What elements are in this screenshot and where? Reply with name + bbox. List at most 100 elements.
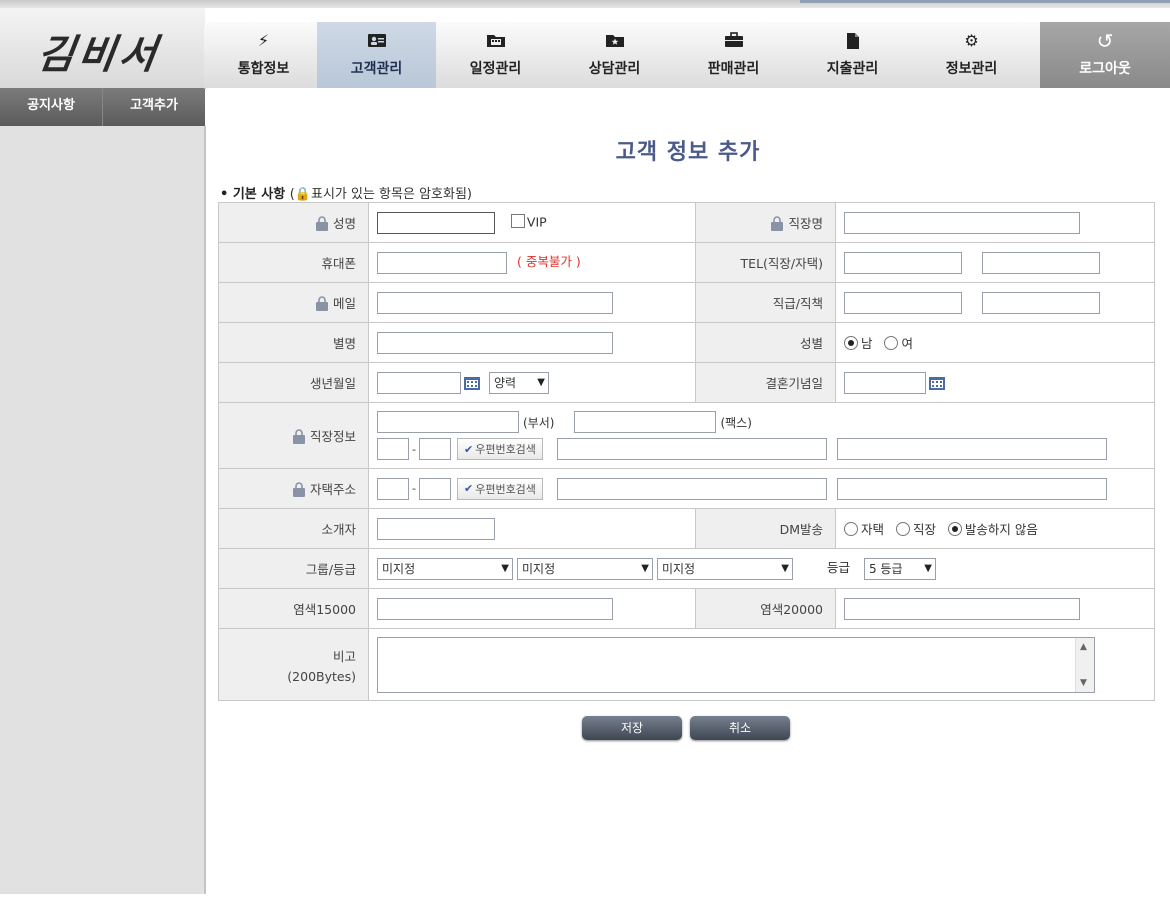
company-label-cell: 직장명 xyxy=(695,202,836,243)
anniversary-input[interactable] xyxy=(844,371,926,394)
briefcase-icon xyxy=(723,32,745,50)
custom1-label: 염색15000 xyxy=(218,588,369,629)
tel-home-input[interactable] xyxy=(981,251,1100,274)
nickname-label: 별명 xyxy=(218,322,369,363)
calendar-icon[interactable] xyxy=(463,375,481,391)
group-select-1[interactable]: 미지정 ▼ xyxy=(377,557,513,580)
work-zip2-input[interactable] xyxy=(418,438,451,460)
lock-icon xyxy=(315,216,328,231)
calendar-type-select[interactable]: 양력 ▼ xyxy=(488,371,549,394)
dm-none-radio[interactable] xyxy=(947,522,962,536)
fax-input[interactable] xyxy=(574,411,717,433)
app-logo[interactable]: 김비서 xyxy=(0,8,205,88)
duplicate-note: ( 중복불가 ) xyxy=(517,254,581,270)
work-info-label-cell: 직장정보 xyxy=(218,402,369,469)
note-textarea[interactable]: ▲ ▼ xyxy=(377,636,1095,693)
top-strip xyxy=(0,0,1170,8)
group-cell: 미지정 ▼ 미지정 ▼ 미지정 ▼ 등급 5 등급 ▼ xyxy=(368,548,1155,589)
work-zip-search-button[interactable]: ✔ 우편번호검색 xyxy=(456,438,543,460)
note-cell: ▲ ▼ xyxy=(368,628,1155,701)
name-input[interactable] xyxy=(377,211,495,234)
custom2-label: 염색20000 xyxy=(695,588,836,629)
logout-arrow-icon: ↺ xyxy=(1096,29,1114,53)
note-label-cell: 비고 (200Bytes) xyxy=(218,628,369,701)
name-label-cell: 성명 xyxy=(218,202,369,243)
dm-cell: 자택 직장 발송하지 않음 xyxy=(835,508,1155,549)
subnav-add-customer[interactable]: 고객추가 xyxy=(103,88,205,126)
custom2-input[interactable] xyxy=(844,597,1080,620)
grade-label: 등급 xyxy=(826,560,850,576)
home-address-cell: - ✔ 우편번호검색 xyxy=(368,468,1155,509)
dm-home-radio[interactable] xyxy=(844,522,858,536)
cancel-button[interactable]: 취소 xyxy=(690,716,790,740)
form-row: 직장정보 (부서) (팩스) - ✔ 우편번호검색 xyxy=(218,402,1155,469)
sidebar xyxy=(0,126,206,894)
form-row: 메일 직급/직책 xyxy=(218,282,1155,323)
home-zip-search-button[interactable]: ✔ 우편번호검색 xyxy=(456,477,543,500)
home-address1-input[interactable] xyxy=(556,477,827,500)
vip-checkbox[interactable] xyxy=(510,214,525,228)
group-select-3[interactable]: 미지정 ▼ xyxy=(656,557,793,580)
birthday-input[interactable] xyxy=(377,371,461,394)
dm-work-radio[interactable] xyxy=(895,522,910,536)
gender-female-radio[interactable] xyxy=(884,336,899,350)
main-content: 고객 정보 추가 • 기본 사항 (🔒표시가 있는 항목은 암호화됨) 성명 V… xyxy=(206,88,1170,894)
referrer-input[interactable] xyxy=(377,517,495,540)
calendar-icon[interactable] xyxy=(928,375,946,391)
chevron-down-icon: ▼ xyxy=(924,563,932,575)
customer-form: 성명 VIP 직장명 휴대폰 ( 중복불가 ) TEL(직장/자택) 메일 직급… xyxy=(218,202,1155,701)
lock-icon xyxy=(315,296,328,311)
tel-work-input[interactable] xyxy=(844,251,962,274)
anniversary-label: 결혼기념일 xyxy=(695,362,836,403)
company-input[interactable] xyxy=(844,211,1080,234)
scroll-up-icon[interactable]: ▲ xyxy=(1080,642,1087,652)
tab-integrated-info[interactable]: ⚡ 통합정보 xyxy=(204,22,323,88)
title-input[interactable] xyxy=(981,291,1100,314)
scroll-down-icon[interactable]: ▼ xyxy=(1080,678,1087,688)
home-address2-input[interactable] xyxy=(836,477,1107,500)
rank-input[interactable] xyxy=(844,291,962,314)
nickname-cell xyxy=(368,322,696,363)
work-info-cell: (부서) (팩스) - ✔ 우편번호검색 xyxy=(368,402,1155,469)
email-input[interactable] xyxy=(377,291,613,314)
tab-consultation-management[interactable]: 상담관리 xyxy=(555,22,674,88)
tab-info-management[interactable]: ⚙ 정보관리 xyxy=(912,22,1031,88)
home-zip2-input[interactable] xyxy=(418,477,451,500)
form-row: 별명 성별 남 여 xyxy=(218,322,1155,363)
tab-expense-management[interactable]: 지출관리 xyxy=(793,22,912,88)
grade-select[interactable]: 5 등급 ▼ xyxy=(863,557,936,580)
lock-icon xyxy=(292,429,305,444)
logout-button[interactable]: ↺ 로그아웃 xyxy=(1040,22,1170,88)
group-select-2[interactable]: 미지정 ▼ xyxy=(516,557,653,580)
tab-customer-management[interactable]: 고객관리 xyxy=(317,22,436,88)
nickname-input[interactable] xyxy=(377,331,613,354)
dm-label: DM발송 xyxy=(695,508,836,549)
tab-schedule-management[interactable]: 일정관리 xyxy=(436,22,555,88)
gender-male-radio[interactable] xyxy=(844,336,858,350)
document-icon xyxy=(842,32,864,50)
work-address2-input[interactable] xyxy=(836,438,1107,460)
logo-text: 김비서 xyxy=(34,31,164,78)
birthday-cell: 양력 ▼ xyxy=(368,362,696,403)
note-limit: (200Bytes) xyxy=(287,668,356,684)
lightning-icon: ⚡ xyxy=(257,31,270,50)
name-cell: VIP xyxy=(368,202,696,243)
scrollbar[interactable]: ▲ ▼ xyxy=(1075,637,1094,692)
work-zip1-input[interactable] xyxy=(377,438,409,460)
company-cell xyxy=(835,202,1155,243)
gear-icon: ⚙ xyxy=(964,31,979,50)
tab-sales-management[interactable]: 판매관리 xyxy=(674,22,793,88)
position-cell xyxy=(835,282,1155,323)
form-row: 생년월일 양력 ▼ 결혼기념일 xyxy=(218,362,1155,403)
custom1-input[interactable] xyxy=(377,597,613,620)
calendar-folder-icon xyxy=(485,32,507,50)
star-folder-icon xyxy=(604,32,626,50)
home-zip1-input[interactable] xyxy=(377,477,409,500)
referrer-label: 소개자 xyxy=(218,508,369,549)
dept-label: (부서) xyxy=(523,415,555,430)
mobile-input[interactable] xyxy=(377,251,507,274)
subnav-notice[interactable]: 공지사항 xyxy=(0,88,103,126)
department-input[interactable] xyxy=(377,411,519,433)
work-address1-input[interactable] xyxy=(556,438,827,460)
save-button[interactable]: 저장 xyxy=(582,716,682,740)
